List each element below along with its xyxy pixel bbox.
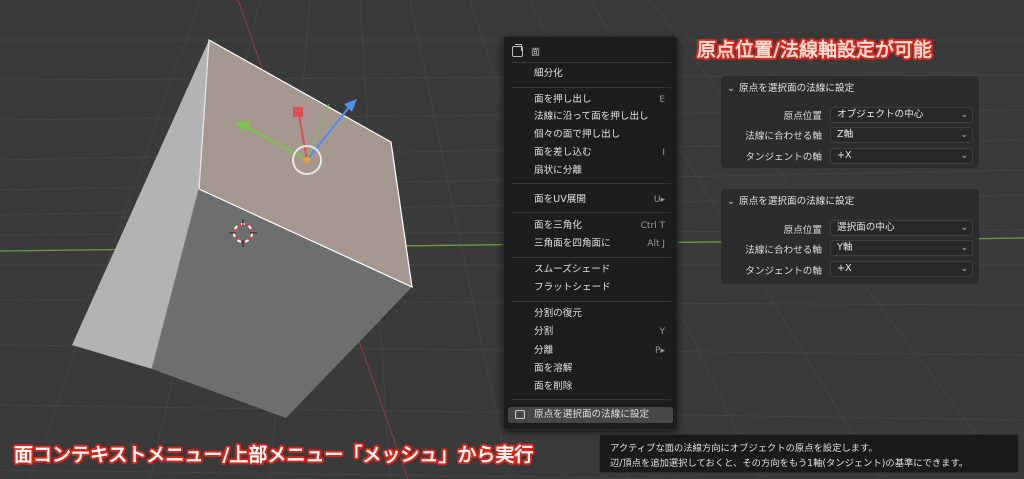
menu-item-shortcut: E bbox=[659, 95, 665, 105]
menu-separator bbox=[512, 257, 671, 258]
menu-item-shade-flat[interactable]: フラットシェード bbox=[508, 280, 673, 296]
menu-separator bbox=[512, 183, 671, 184]
menu-item-separate[interactable]: 分離 P▸ bbox=[508, 343, 673, 359]
menu-item-inset-faces[interactable]: 面を差し込む I bbox=[508, 145, 673, 161]
menu-item-tris-to-quads[interactable]: 三角面を四角面に Alt J bbox=[508, 236, 673, 252]
dropdown-value: 選択面の中心 bbox=[837, 222, 895, 233]
origin-position-dropdown[interactable]: オブジェクトの中心 ⌄ bbox=[830, 107, 973, 123]
menu-item-shortcut: P▸ bbox=[655, 346, 665, 356]
menu-item-label: 法線に沿って面を押し出し bbox=[534, 111, 649, 122]
tangent-axis-label: タンジェントの軸 bbox=[745, 152, 822, 163]
chevron-down-icon: ⌄ bbox=[960, 264, 968, 274]
dropdown-value: +X bbox=[837, 263, 852, 274]
menu-item-extrude-faces[interactable]: 面を押し出し E bbox=[508, 92, 673, 108]
menu-separator bbox=[512, 62, 671, 63]
normal-axis-label: 法線に合わせる軸 bbox=[745, 245, 822, 256]
operator-panel-face-center: ⌄ 原点を選択面の法線に設定 原点位置 選択面の中心 ⌄ 法線に合わせる軸 Y軸 ⌄ … bbox=[721, 189, 979, 284]
tooltip-line-2: 辺/頂点を追加選択しておくと、その方向をもう1軸(タンジェント)の基準にできます… bbox=[610, 458, 969, 469]
menu-item-label: 面を差し込む bbox=[534, 147, 592, 158]
menu-item-label: 細分化 bbox=[534, 68, 563, 79]
origin-position-label: 原点位置 bbox=[783, 111, 822, 122]
menu-item-label: 三角面を四角面に bbox=[534, 238, 611, 249]
menu-item-label: 分割の復元 bbox=[534, 308, 582, 319]
menu-item-label: 分離 bbox=[534, 345, 554, 356]
dropdown-value: Y軸 bbox=[837, 242, 853, 253]
panel-title: 原点を選択面の法線に設定 bbox=[739, 196, 855, 207]
menu-item-dissolve-faces[interactable]: 面を溶解 bbox=[508, 361, 673, 377]
dropdown-value: オブジェクトの中心 bbox=[837, 109, 924, 120]
panel-header[interactable]: ⌄ 原点を選択面の法線に設定 bbox=[727, 80, 854, 94]
menu-item-delete-faces[interactable]: 面を削除 bbox=[508, 379, 673, 395]
menu-item-label: 面を削除 bbox=[534, 381, 573, 392]
menu-item-extrude-along-normals[interactable]: 法線に沿って面を押し出し bbox=[508, 109, 673, 125]
menu-separator bbox=[512, 212, 671, 213]
tangent-axis-dropdown[interactable]: +X ⌄ bbox=[830, 148, 973, 164]
menu-item-split[interactable]: 分割 Y bbox=[508, 324, 673, 340]
tangent-axis-dropdown[interactable]: +X ⌄ bbox=[830, 261, 973, 277]
menu-item-triangulate[interactable]: 面を三角化 Ctrl T bbox=[508, 218, 673, 234]
menu-header: 面 bbox=[512, 43, 540, 59]
face-select-icon bbox=[512, 43, 523, 57]
cube-mesh[interactable] bbox=[72, 39, 413, 418]
menu-item-label: 面を押し出し bbox=[534, 94, 592, 105]
menu-item-label: 原点を選択面の法線に設定 bbox=[534, 409, 650, 420]
menu-separator bbox=[512, 301, 671, 302]
menu-item-label: 面を三角化 bbox=[534, 220, 582, 231]
menu-item-extrude-individual[interactable]: 個々の面で押し出し bbox=[508, 127, 673, 143]
normal-axis-dropdown[interactable]: Z軸 ⌄ bbox=[830, 127, 973, 143]
menu-item-label: 面を溶解 bbox=[534, 363, 573, 374]
dropdown-value: Z軸 bbox=[837, 129, 854, 140]
dropdown-value: +X bbox=[837, 150, 852, 161]
operator-panel-object-center: ⌄ 原点を選択面の法線に設定 原点位置 オブジェクトの中心 ⌄ 法線に合わせる軸 Z… bbox=[721, 76, 979, 168]
chevron-down-icon: ⌄ bbox=[960, 110, 968, 120]
chevron-down-icon: ⌄ bbox=[960, 130, 968, 140]
tooltip: アクティブな面の法線方向にオブジェクトの原点を設定します。 辺/頂点を追加選択し… bbox=[599, 434, 1019, 473]
menu-item-shortcut: I bbox=[662, 148, 665, 158]
menu-separator bbox=[512, 399, 671, 400]
menu-item-poke-faces[interactable]: 扇状に分離 bbox=[508, 163, 673, 179]
usage-caption: 面コンテキストメニュー/上部メニュー「メッシュ」から実行 bbox=[14, 444, 534, 466]
menu-item-set-origin-to-normal[interactable]: 原点を選択面の法線に設定 bbox=[508, 407, 673, 423]
menu-item-label: 面をUV展開 bbox=[534, 194, 586, 205]
normal-axis-label: 法線に合わせる軸 bbox=[745, 131, 822, 142]
menu-item-label: 個々の面で押し出し bbox=[534, 129, 621, 140]
menu-header-label: 面 bbox=[531, 47, 541, 58]
menu-item-uv-unwrap[interactable]: 面をUV展開 U▸ bbox=[508, 192, 673, 208]
origin-position-dropdown[interactable]: 選択面の中心 ⌄ bbox=[830, 220, 973, 236]
feature-caption: 原点位置/法線軸設定が可能 bbox=[697, 39, 932, 61]
menu-item-label: 分割 bbox=[534, 326, 554, 337]
origin-position-label: 原点位置 bbox=[783, 225, 822, 236]
menu-item-label: フラットシェード bbox=[534, 282, 611, 293]
tangent-axis-label: タンジェントの軸 bbox=[745, 266, 822, 277]
chevron-down-icon: ⌄ bbox=[727, 83, 736, 94]
menu-item-restore-split[interactable]: 分割の復元 bbox=[508, 306, 673, 322]
chevron-down-icon: ⌄ bbox=[960, 223, 968, 233]
menu-item-shortcut: U▸ bbox=[653, 195, 665, 205]
chevron-down-icon: ⌄ bbox=[960, 151, 968, 161]
chevron-down-icon: ⌄ bbox=[727, 196, 736, 207]
panel-title: 原点を選択面の法線に設定 bbox=[739, 83, 855, 94]
menu-item-shortcut: Alt J bbox=[647, 239, 665, 249]
menu-item-shortcut: Y bbox=[659, 327, 666, 337]
menu-item-label: 扇状に分離 bbox=[534, 165, 582, 176]
face-context-menu: 面 細分化 面を押し出し E 法線に沿って面を押し出し 個々の面で押し出し 面を差… bbox=[503, 36, 678, 430]
menu-item-subdivide[interactable]: 細分化 bbox=[508, 66, 673, 82]
panel-header[interactable]: ⌄ 原点を選択面の法線に設定 bbox=[727, 193, 854, 207]
set-origin-icon bbox=[515, 410, 525, 419]
menu-item-shade-smooth[interactable]: スムーズシェード bbox=[508, 262, 673, 278]
chevron-down-icon: ⌄ bbox=[960, 243, 968, 253]
menu-separator bbox=[512, 87, 671, 88]
tooltip-line-1: アクティブな面の法線方向にオブジェクトの原点を設定します。 bbox=[610, 443, 878, 454]
menu-item-shortcut: Ctrl T bbox=[640, 221, 665, 231]
normal-axis-dropdown[interactable]: Y軸 ⌄ bbox=[830, 240, 973, 256]
menu-item-label: スムーズシェード bbox=[534, 264, 611, 275]
